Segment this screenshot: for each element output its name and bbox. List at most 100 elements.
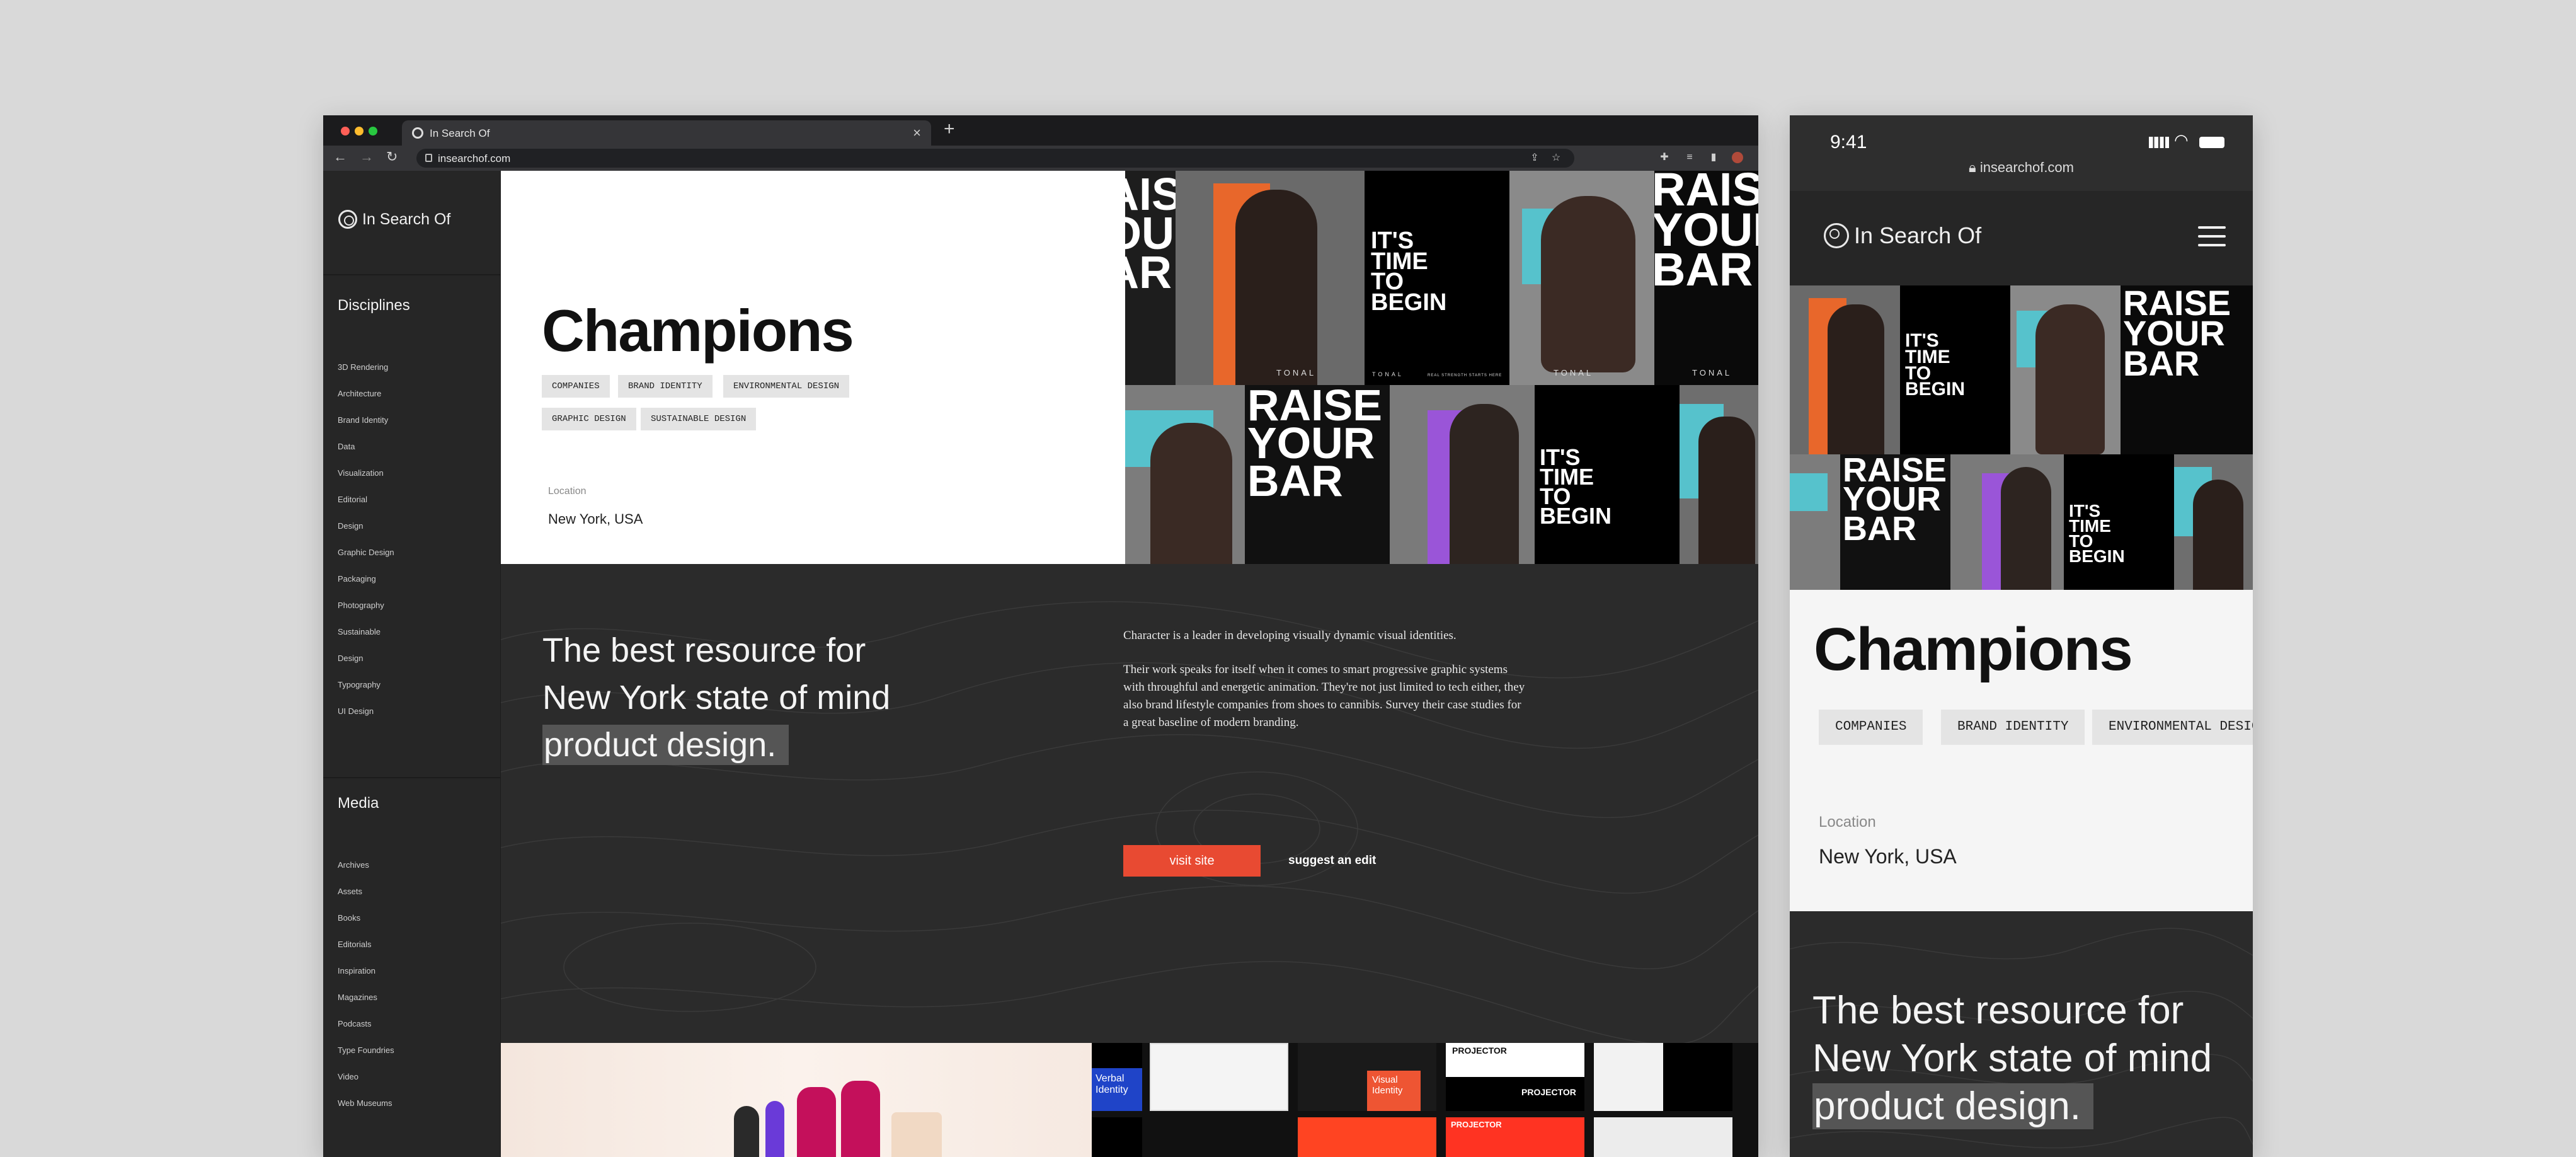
minimize-window-button[interactable]: [355, 127, 364, 135]
sidebar-item[interactable]: Sustainable: [338, 627, 394, 653]
sidebar-item[interactable]: UI Design: [338, 706, 394, 733]
tag-chip[interactable]: GRAPHIC DESIGN: [542, 408, 636, 430]
wifi-icon: ◠: [2174, 130, 2189, 149]
preview-thumbnail[interactable]: Visual Identity: [1298, 1043, 1436, 1111]
mobile-detail-hero: Champions COMPANIES BRAND IDENTITY ENVIR…: [1790, 590, 2253, 911]
athlete-photo: [2001, 467, 2051, 590]
disciplines-list: 3D Rendering Architecture Brand Identity…: [338, 362, 394, 733]
sidebar-item[interactable]: Photography: [338, 601, 394, 627]
preview-thumbnail[interactable]: [1092, 1117, 1142, 1157]
sidebar-item[interactable]: Video: [338, 1072, 394, 1098]
preview-thumbnail[interactable]: PROJECTOR: [1446, 1117, 1584, 1157]
reading-list-icon[interactable]: ≡: [1684, 152, 1695, 163]
tagline-line: New York state of mind: [542, 679, 891, 717]
tagline: The best resource for New York state of …: [1812, 987, 2253, 1131]
collage-panel: IT'S TIME TO BEGIN: [1900, 285, 2010, 454]
maximize-window-button[interactable]: [369, 127, 377, 135]
extensions-icon[interactable]: ✚: [1659, 152, 1670, 163]
sidebar-item[interactable]: Visualization: [338, 468, 394, 495]
description-paragraph: Character is a leader in developing visu…: [1123, 629, 1457, 642]
collage-raise-text: AISE OUR AR: [1125, 171, 1176, 298]
close-tab-icon[interactable]: ×: [913, 125, 921, 141]
detail-hero: Champions COMPANIES BRAND IDENTITY ENVIR…: [501, 171, 1125, 564]
logo-text: In Search Of: [362, 210, 451, 228]
address-bar[interactable]: insearchof.com ⇪ ☆: [416, 149, 1574, 168]
athlete-photo: [1450, 404, 1519, 564]
new-tab-button[interactable]: +: [944, 120, 955, 139]
collage-panel: [1390, 385, 1535, 564]
lock-icon: 🔒︎: [1968, 159, 1980, 175]
preview-thumbnail[interactable]: [1150, 1043, 1288, 1111]
signal-icon: [2149, 137, 2169, 148]
tag-chip[interactable]: COMPANIES: [542, 375, 610, 398]
forward-icon[interactable]: →: [360, 149, 374, 165]
preview-thumbnail[interactable]: [1298, 1117, 1436, 1157]
preview-thumbnail[interactable]: Verbal Identity: [1092, 1043, 1142, 1111]
preview-thumbnail[interactable]: PROJECTOR PROJECTOR: [1446, 1043, 1584, 1111]
projector-wordmark: PROJECTOR: [1446, 1077, 1584, 1111]
sidebar: In Search Of Disciplines 3D Rendering Ar…: [323, 171, 501, 1157]
site-logo[interactable]: In Search Of: [1824, 222, 1981, 249]
browser-tab[interactable]: In Search Of ×: [402, 120, 931, 146]
sidebar-item[interactable]: Typography: [338, 680, 394, 706]
side-panel-icon[interactable]: ▮: [1708, 152, 1719, 163]
location-label: Location: [1819, 814, 1876, 831]
sidebar-item[interactable]: Type Foundries: [338, 1045, 394, 1072]
collage-panel: IT'S TIME TO BEGIN: [2064, 454, 2174, 590]
hamburger-menu-icon[interactable]: [2198, 226, 2226, 248]
sidebar-item[interactable]: Assets: [338, 887, 394, 913]
reload-icon[interactable]: ↻: [386, 149, 398, 165]
sidebar-item[interactable]: Web Museums: [338, 1098, 394, 1125]
info-section: The best resource for New York state of …: [501, 564, 1758, 1043]
collage-panel: [2010, 285, 2121, 454]
preview-thumbnail[interactable]: [1594, 1117, 1732, 1157]
collage-raise-text: RAISE YOUR BAR: [2123, 285, 2231, 384]
suggest-edit-link[interactable]: suggest an edit: [1288, 854, 1376, 868]
tag-chip[interactable]: ENVIRONMENTAL DESIGN: [723, 375, 850, 398]
visit-site-button[interactable]: visit site: [1123, 845, 1261, 877]
athlete-photo: [1828, 304, 1884, 454]
site-logo[interactable]: In Search Of: [338, 210, 450, 229]
browser-tab-bar: In Search Of × +: [323, 115, 1758, 146]
preview-thumbnail[interactable]: [1594, 1043, 1732, 1111]
sidebar-item[interactable]: Archives: [338, 860, 394, 887]
sidebar-item[interactable]: Editorials: [338, 940, 394, 966]
collage-panel: RAISE YOUR BAR: [2121, 285, 2253, 454]
sidebar-item[interactable]: 3D Rendering: [338, 362, 394, 389]
collage-panel: RAISE YOUR BAR: [1840, 454, 1950, 590]
preview-thumbnail[interactable]: [1150, 1117, 1288, 1157]
close-window-button[interactable]: [341, 127, 350, 135]
sidebar-item[interactable]: Inspiration: [338, 966, 394, 993]
share-icon[interactable]: ⇪: [1529, 153, 1540, 164]
sidebar-item[interactable]: Graphic Design: [338, 548, 394, 574]
back-icon[interactable]: ←: [333, 149, 347, 165]
athlete-photo: [2193, 480, 2243, 590]
mobile-address-bar[interactable]: 🔒︎ insearchof.com: [1790, 159, 2253, 176]
sidebar-item[interactable]: Brand Identity: [338, 415, 394, 442]
sidebar-item[interactable]: Books: [338, 913, 394, 940]
verbal-identity-tile: Verbal Identity: [1092, 1068, 1142, 1111]
sidebar-item[interactable]: Architecture: [338, 389, 394, 415]
collage-panel: IT'S TIME TO BEGIN TONAL REAL STRENGTH S…: [1365, 171, 1509, 385]
tag-chip[interactable]: ENVIRONMENTAL DESIGN: [2092, 710, 2253, 745]
product-photo[interactable]: [501, 1043, 1092, 1157]
sidebar-item[interactable]: Magazines: [338, 993, 394, 1019]
tag-chip[interactable]: COMPANIES: [1819, 710, 1923, 745]
tagline: The best resource for New York state of …: [542, 627, 983, 769]
sidebar-item[interactable]: Design: [338, 653, 394, 680]
tag-chip[interactable]: BRAND IDENTITY: [1941, 710, 2085, 745]
fineprint-text: REAL STRENGTH STARTS HERE: [1428, 374, 1503, 377]
tag-chip[interactable]: BRAND IDENTITY: [618, 375, 713, 398]
sidebar-item[interactable]: Packaging: [338, 574, 394, 601]
bookmark-star-icon[interactable]: ☆: [1550, 153, 1562, 164]
tonal-wordmark: TONAL: [1692, 368, 1732, 377]
profile-avatar[interactable]: [1732, 152, 1743, 163]
sidebar-item[interactable]: Data: [338, 442, 394, 468]
page-title: Champions: [1814, 616, 2133, 683]
sidebar-item[interactable]: Editorial: [338, 495, 394, 521]
sidebar-item[interactable]: Design: [338, 521, 394, 548]
athlete-photo: [1150, 423, 1232, 564]
sidebar-item[interactable]: Podcasts: [338, 1019, 394, 1045]
tag-chip[interactable]: SUSTAINABLE DESIGN: [641, 408, 757, 430]
mobile-device: 9:41 ◠ 🔒︎ insearchof.com In Search Of IT…: [1790, 115, 2253, 1157]
